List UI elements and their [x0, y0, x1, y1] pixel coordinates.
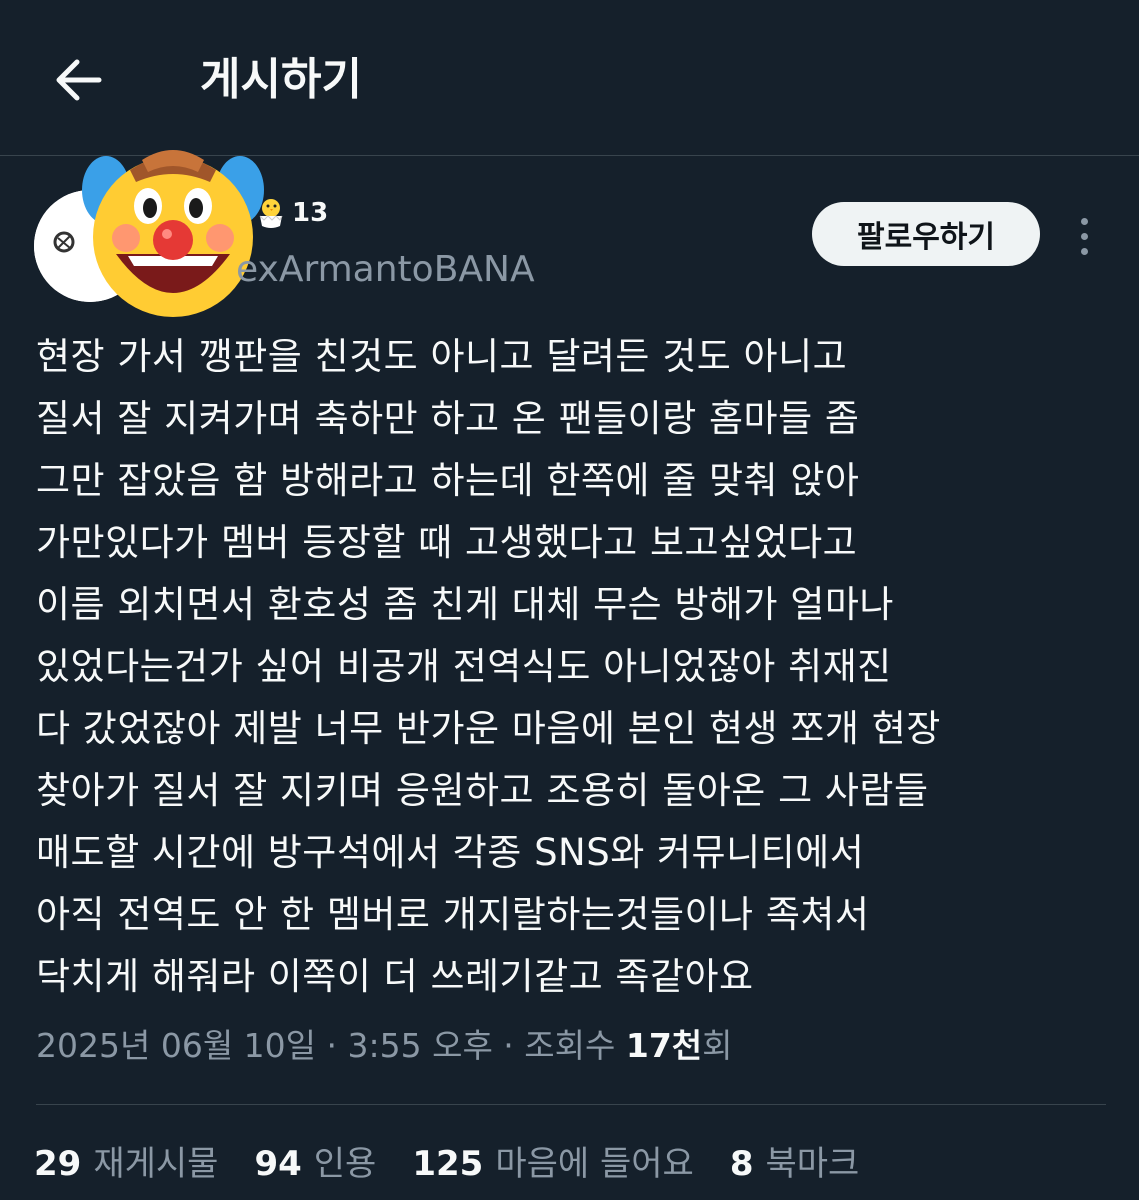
post-text: 현장 가서 깽판을 친것도 아니고 달려든 것도 아니고 질서 잘 지켜가며 축…: [36, 326, 1116, 1008]
post-line: 찾아가 질서 잘 지키며 응원하고 조용히 돌아온 그 사람들: [36, 769, 929, 812]
more-vertical-icon: [1080, 217, 1088, 225]
bookmarks-label: 북마크: [765, 1144, 860, 1184]
likes-label: 마음에 들어요: [495, 1144, 694, 1184]
post-line: 가만있다가 멤버 등장할 때 고생했다고 보고싶었다고: [36, 521, 858, 564]
back-button[interactable]: [50, 52, 106, 108]
quotes-label: 인용: [313, 1144, 377, 1184]
reposts-count: 29: [34, 1144, 82, 1184]
post-meta: 2025년 06월 10일 · 3:55 오후 · 조회수 17천회: [36, 1022, 733, 1070]
post-line: 현장 가서 깽판을 친것도 아니고 달려든 것도 아니고: [36, 335, 848, 378]
more-options-button[interactable]: [1066, 210, 1102, 262]
quotes-count: 94: [254, 1144, 302, 1184]
page-title: 게시하기: [200, 54, 362, 105]
bookmarks-count: 8: [729, 1144, 754, 1184]
user-handle[interactable]: exArmantoBANA: [236, 248, 535, 292]
follow-button[interactable]: 팔로우하기: [812, 202, 1040, 266]
post-line: 매도할 시간에 방구석에서 각종 SNS와 커뮤니티에서: [36, 831, 865, 874]
post-line: 질서 잘 지켜가며 축하만 하고 온 팬들이랑 홈마들 좀: [36, 397, 860, 440]
post-timestamp[interactable]: 2025년 06월 10일 · 3:55 오후 · 조회수: [36, 1026, 626, 1065]
reposts-stat[interactable]: 29 재게시물: [34, 1140, 218, 1188]
likes-stat[interactable]: 125 마음에 들어요: [412, 1140, 693, 1188]
view-count-suffix: 회: [702, 1026, 733, 1065]
badge-count-text: 13: [292, 198, 329, 228]
arrow-left-icon: [56, 59, 102, 101]
post-line: 있었다는건가 싶어 비공개 전역식도 아니었잖아 취재진: [36, 645, 892, 688]
badge-count: 13: [254, 196, 328, 230]
quotes-stat[interactable]: 94 인용: [254, 1140, 376, 1188]
divider: [36, 1104, 1106, 1105]
clown-face-icon: [82, 150, 264, 317]
bookmarks-stat[interactable]: 8 북마크: [730, 1140, 860, 1188]
top-bar: 게시하기: [0, 0, 1139, 156]
post-line: 그만 잡았음 함 방해라고 하는데 한쪽에 줄 맞춰 앉아: [36, 459, 860, 502]
post-line: 닥치게 해줘라 이쪽이 더 쓰레기같고 족같아요: [36, 955, 754, 998]
reposts-label: 재게시물: [93, 1144, 219, 1184]
post-line: 다 갔었잖아 제발 너무 반가운 마음에 본인 현생 쪼개 현장: [36, 707, 941, 750]
likes-count: 125: [412, 1144, 484, 1184]
post-line: 이름 외치면서 환호성 좀 친게 대체 무슨 방해가 얼마나: [36, 583, 894, 626]
post-line: 아직 전역도 안 한 멤버로 개지랄하는것들이나 족쳐서: [36, 893, 870, 936]
view-count: 17천: [625, 1026, 703, 1065]
chick-icon: [259, 199, 283, 228]
engagement-stats: 29 재게시물 94 인용 125 마음에 들어요 8 북마크: [34, 1140, 895, 1188]
